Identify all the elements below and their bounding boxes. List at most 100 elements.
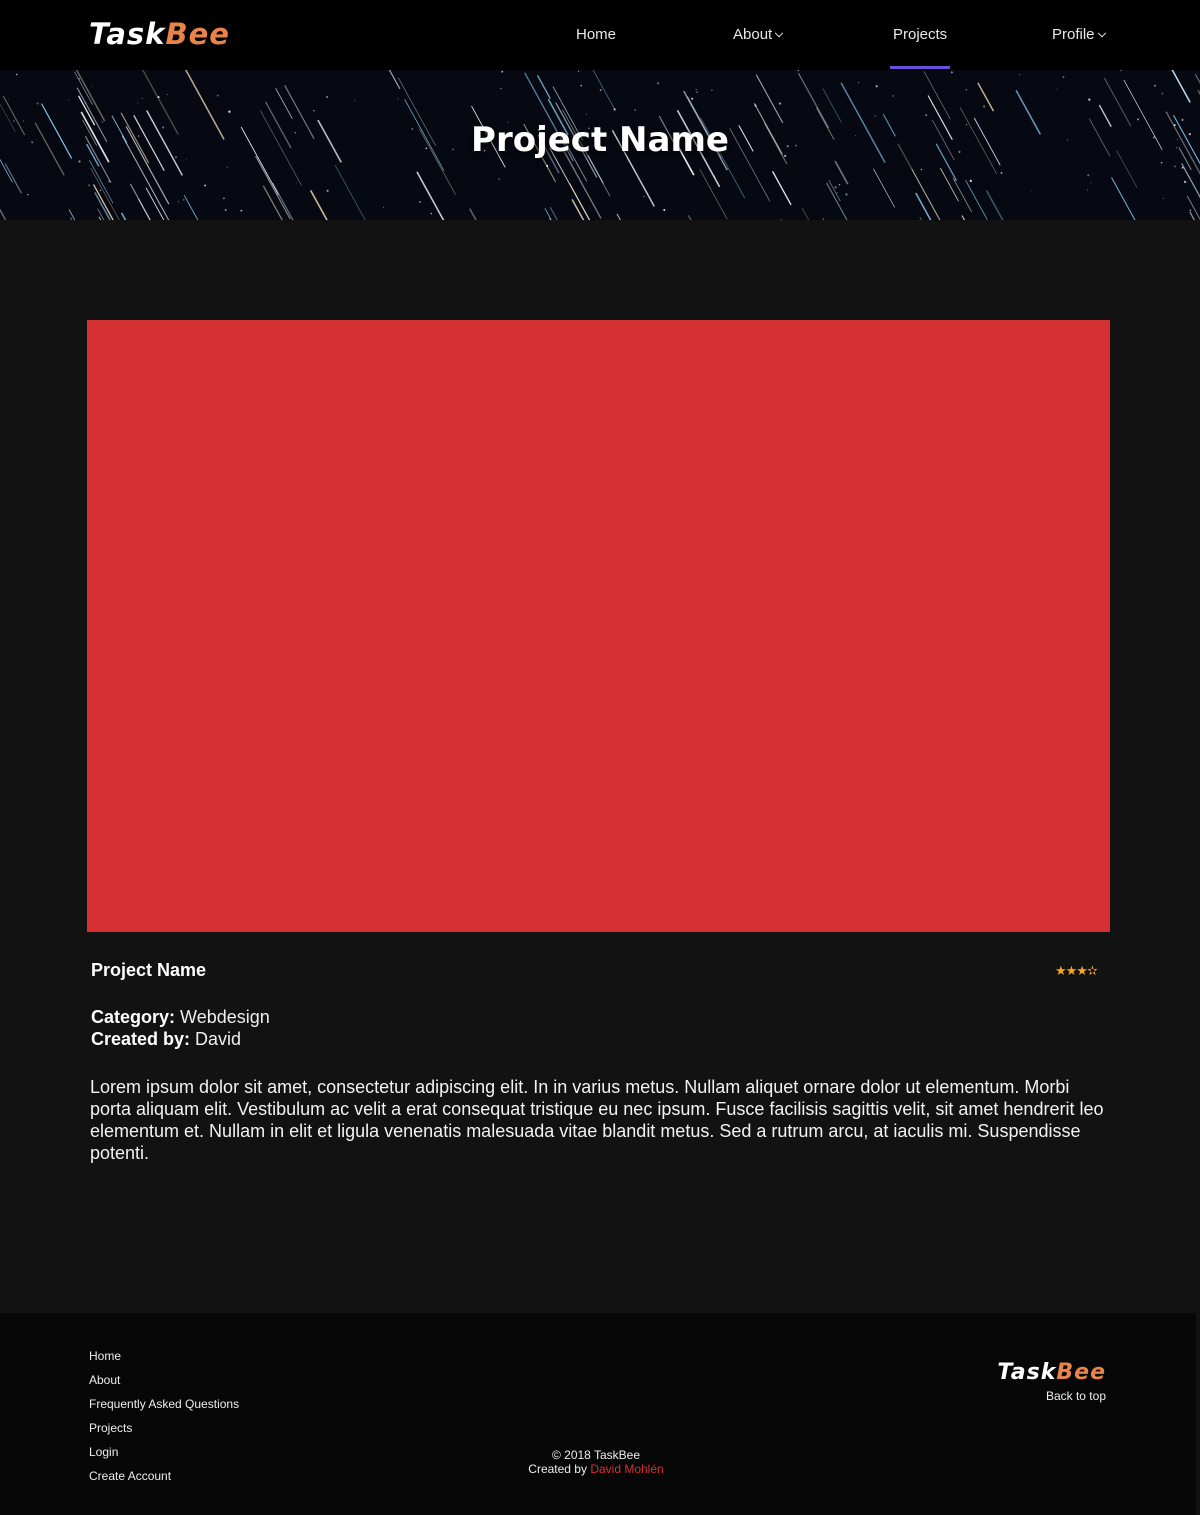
star-dot: [580, 84, 582, 87]
star-dot: [578, 70, 580, 72]
star-trail: [468, 208, 477, 220]
star-trail: [548, 217, 551, 220]
star-trail: [687, 215, 692, 220]
nav-projects[interactable]: Projects: [893, 22, 947, 48]
star-trail: [388, 70, 401, 90]
star-dot: [88, 184, 91, 187]
star-dot: [224, 209, 227, 211]
nav-profile-dropdown[interactable]: Profile: [1052, 22, 1106, 48]
star-dot: [36, 102, 39, 105]
star-dot: [178, 201, 180, 203]
brand-logo[interactable]: TaskBee: [89, 17, 230, 51]
star-trail: [616, 213, 621, 220]
star-dot: [1088, 98, 1091, 101]
star-dot: [950, 71, 953, 74]
star-dot: [1120, 70, 1122, 72]
nav-home-label: Home: [576, 26, 617, 43]
star-dot: [397, 98, 399, 100]
star-dot: [226, 166, 228, 168]
star-dot: [838, 183, 841, 186]
rating-stars: ★★★✫: [1055, 963, 1098, 978]
star-trail: [977, 82, 995, 112]
nav-home[interactable]: Home: [576, 22, 616, 48]
star-dot: [325, 95, 329, 99]
star-dot: [383, 206, 385, 208]
star-dot: [419, 201, 422, 204]
star-dot: [585, 113, 587, 115]
footer-link-home[interactable]: Home: [89, 1344, 239, 1368]
star-trail: [275, 88, 293, 119]
star-dot: [183, 199, 185, 201]
star-dot: [1087, 189, 1089, 191]
star-dot: [1174, 165, 1176, 168]
star-trail: [822, 217, 825, 220]
created-by-row: Created by: David: [91, 1028, 270, 1050]
footer-logo[interactable]: TaskBee: [990, 1360, 1106, 1386]
nav-about-dropdown[interactable]: About: [733, 22, 784, 48]
nav-about-label: About: [733, 26, 773, 43]
star-dot: [326, 189, 329, 192]
star-dot: [1019, 74, 1021, 76]
star-dot: [78, 78, 80, 80]
nav-profile-label: Profile: [1052, 26, 1095, 43]
star-dot: [983, 105, 986, 108]
star-dot: [157, 96, 160, 99]
logo-text-task: Task: [89, 17, 166, 51]
created-by-label: Created by:: [91, 1029, 191, 1049]
star-trail: [416, 171, 445, 220]
star-dot: [313, 110, 315, 112]
star-trail: [0, 208, 7, 220]
footer-link-create-account[interactable]: Create Account: [89, 1464, 239, 1488]
star-dot: [965, 89, 968, 91]
star-trail: [334, 165, 366, 220]
star-dot: [696, 91, 698, 94]
footer-link-faq[interactable]: Frequently Asked Questions: [89, 1392, 239, 1416]
star-dot: [501, 70, 504, 73]
star-trail: [952, 177, 972, 213]
star-trail: [919, 216, 923, 220]
star-dot: [925, 114, 928, 117]
footer-link-login[interactable]: Login: [89, 1440, 239, 1464]
chevron-down-icon: [774, 28, 784, 38]
created-by-value: David: [195, 1029, 242, 1049]
star-dot: [858, 82, 860, 83]
star-dot: [875, 85, 878, 88]
star-dot: [1000, 172, 1003, 174]
star-dot: [1166, 112, 1168, 114]
star-dot: [643, 195, 645, 198]
star-dot: [90, 85, 93, 87]
star-dot: [836, 191, 838, 193]
back-to-top-link[interactable]: Back to top: [990, 1388, 1106, 1404]
star-dot: [1087, 174, 1090, 177]
star-trail: [183, 195, 199, 220]
star-dot: [1090, 182, 1092, 184]
star-dot: [754, 104, 757, 107]
hero-banner: Project Name: [0, 70, 1200, 220]
star-dot: [797, 70, 799, 72]
star-trail: [834, 160, 849, 185]
star-dot: [295, 182, 297, 184]
credit-line: Created by David Mohlén: [496, 1462, 696, 1476]
star-dot: [223, 197, 225, 200]
footer-link-projects[interactable]: Projects: [89, 1416, 239, 1440]
star-trail: [965, 180, 988, 220]
navbar: TaskBee Home About Projects Profile: [0, 0, 1200, 70]
star-dot: [1031, 190, 1033, 192]
star-dot: [920, 168, 923, 171]
star-trail: [68, 209, 76, 220]
footer-logo-bee: Bee: [1056, 1360, 1106, 1385]
project-description: Lorem ipsum dolor sit amet, consectetur …: [90, 1077, 1104, 1163]
footer-link-about[interactable]: About: [89, 1368, 239, 1392]
star-dot: [500, 87, 502, 90]
star-dot: [691, 97, 694, 100]
page-title: Project Name: [471, 120, 729, 160]
star-trail: [544, 208, 552, 220]
star-trail: [145, 187, 165, 220]
star-trail: [120, 212, 127, 220]
star-dot: [228, 110, 231, 113]
author-link[interactable]: David Mohlén: [590, 1462, 663, 1476]
star-dot: [68, 99, 70, 101]
copyright: © 2018 TaskBee Created by David Mohlén: [496, 1448, 696, 1476]
star-dot: [834, 186, 837, 189]
star-trail: [536, 75, 551, 99]
